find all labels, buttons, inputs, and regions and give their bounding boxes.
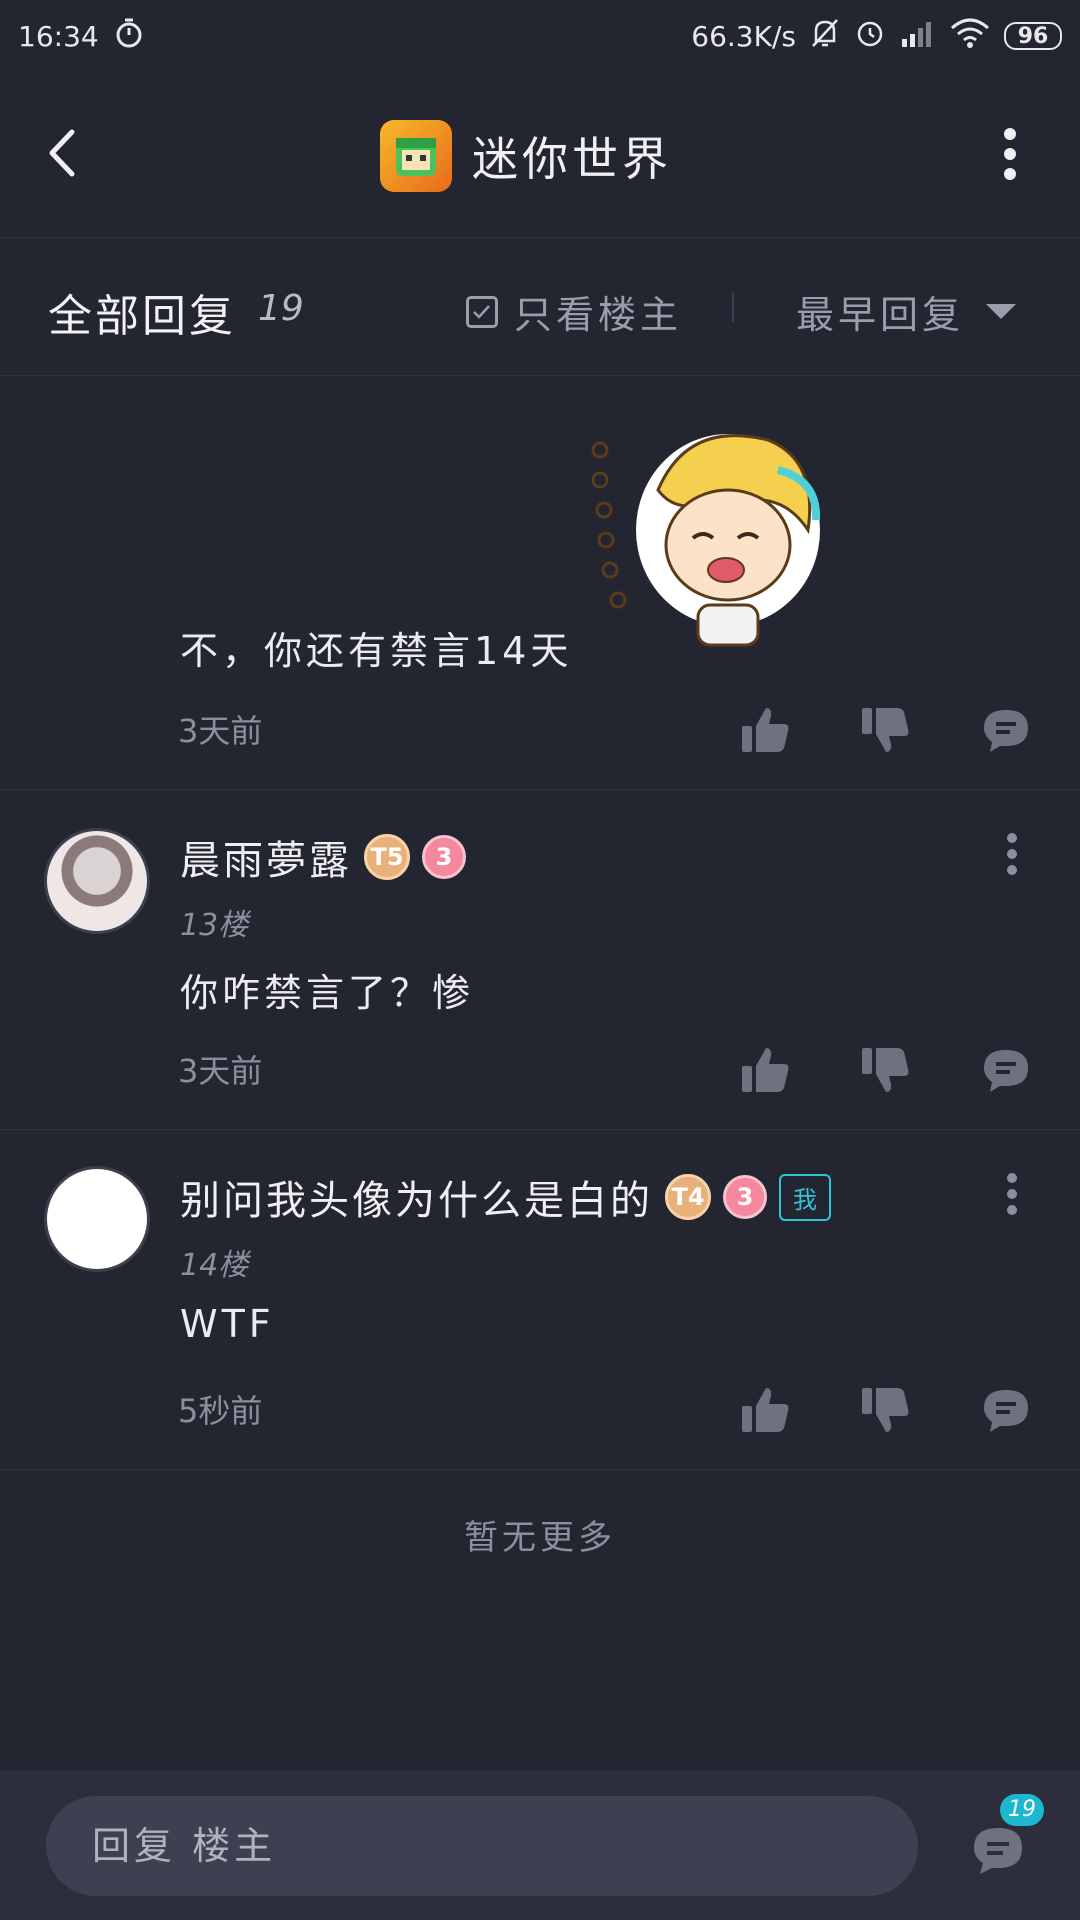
reply-content: 不，你还有禁言14天 <box>180 629 573 673</box>
checkbox-icon[interactable] <box>466 295 498 328</box>
page-title: 迷你世界 <box>472 132 672 186</box>
stopwatch-icon <box>113 17 145 56</box>
alarm-icon <box>854 17 886 56</box>
dislike-button[interactable] <box>860 1044 912 1096</box>
comment-button[interactable] <box>980 1384 1032 1436</box>
signal-icon <box>900 19 936 54</box>
only-op-label: 只看楼主 <box>514 293 683 337</box>
reply-input[interactable] <box>46 1796 918 1896</box>
reply-content: WTF <box>180 1302 275 1346</box>
thumbs-up-icon <box>742 1048 789 1092</box>
user-row: 别问我头像为什么是白的 T4 3 我 <box>180 1168 831 1226</box>
filter-bar: 全部回复 19 只看楼主 最早回复 <box>0 238 1080 376</box>
avatar[interactable] <box>44 828 150 934</box>
status-bar: 16:34 66.3K/s 96 <box>0 0 1080 72</box>
only-op-toggle[interactable]: 只看楼主 <box>466 284 682 339</box>
reply-time: 5秒前 <box>178 1392 263 1430</box>
comment-count-badge: 19 <box>1000 1794 1044 1826</box>
sticker-image <box>578 410 840 666</box>
comment-button[interactable] <box>980 704 1032 756</box>
battery-indicator: 96 <box>1004 22 1062 50</box>
comment-button[interactable] <box>980 1044 1032 1096</box>
user-row: 晨雨夢露 T5 3 <box>180 828 466 886</box>
username[interactable]: 别问我头像为什么是白的 <box>180 1168 653 1226</box>
like-button[interactable] <box>740 1384 792 1436</box>
comment-icon <box>984 710 1028 752</box>
app-logo-icon <box>380 120 452 192</box>
level-badge: 3 <box>723 1175 767 1219</box>
tier-badge: T4 <box>665 1174 711 1220</box>
thumbs-down-icon <box>862 1048 909 1092</box>
avatar[interactable] <box>44 1166 150 1272</box>
level-badge: 3 <box>422 835 466 879</box>
reply-more-button[interactable] <box>1004 1172 1020 1216</box>
reply-item: 晨雨夢露 T5 3 13楼 你咋禁言了？惨 3天前 <box>0 790 1080 1130</box>
dislike-button[interactable] <box>860 1384 912 1436</box>
tier-badge: T5 <box>364 834 410 880</box>
divider <box>732 292 734 322</box>
reply-time: 3天前 <box>178 712 263 750</box>
comments-icon <box>974 1828 1022 1874</box>
sort-label: 最早回复 <box>796 293 965 337</box>
bottom-bar: 19 <box>0 1770 1080 1920</box>
thumbs-down-icon <box>862 708 909 752</box>
caret-down-icon <box>986 304 1017 319</box>
status-time: 16:34 <box>18 19 99 53</box>
thumbs-up-icon <box>742 1388 789 1432</box>
like-button[interactable] <box>740 704 792 756</box>
app-bar: 迷你世界 <box>0 72 1080 238</box>
reply-item: 别问我头像为什么是白的 T4 3 我 14楼 WTF 5秒前 <box>0 1130 1080 1470</box>
username[interactable]: 晨雨夢露 <box>180 828 352 886</box>
bell-muted-icon <box>810 17 840 56</box>
wifi-icon <box>950 18 990 55</box>
reply-count: 19 <box>258 288 304 329</box>
reply-more-button[interactable] <box>1004 832 1020 876</box>
sticker-text <box>591 441 627 609</box>
floor-number: 14楼 <box>180 1248 249 1283</box>
more-options-button[interactable] <box>1000 126 1020 182</box>
sort-dropdown[interactable]: 最早回复 <box>796 284 1017 339</box>
back-arrow-icon <box>49 129 75 177</box>
comments-button[interactable] <box>970 1822 1026 1878</box>
back-button[interactable] <box>40 128 90 178</box>
thumbs-up-icon <box>742 708 789 752</box>
me-badge: 我 <box>779 1173 831 1221</box>
comment-icon <box>984 1050 1028 1092</box>
all-replies-label: 全部回复 <box>48 291 236 342</box>
reply-time: 3天前 <box>178 1052 263 1090</box>
more-vertical-icon <box>1004 128 1016 180</box>
floor-number: 13楼 <box>180 908 249 943</box>
app-title-group[interactable]: 迷你世界 <box>380 120 672 192</box>
more-vertical-icon <box>1007 833 1017 875</box>
no-more-text: 暂无更多 <box>464 1518 616 1558</box>
net-speed: 66.3K/s <box>691 19 796 53</box>
reply-item: 不，你还有禁言14天 3天前 <box>0 376 1080 790</box>
like-button[interactable] <box>740 1044 792 1096</box>
more-vertical-icon <box>1007 1173 1017 1215</box>
comment-icon <box>984 1390 1028 1432</box>
dislike-button[interactable] <box>860 704 912 756</box>
thumbs-down-icon <box>862 1388 909 1432</box>
reply-content: 你咋禁言了？惨 <box>180 971 475 1015</box>
